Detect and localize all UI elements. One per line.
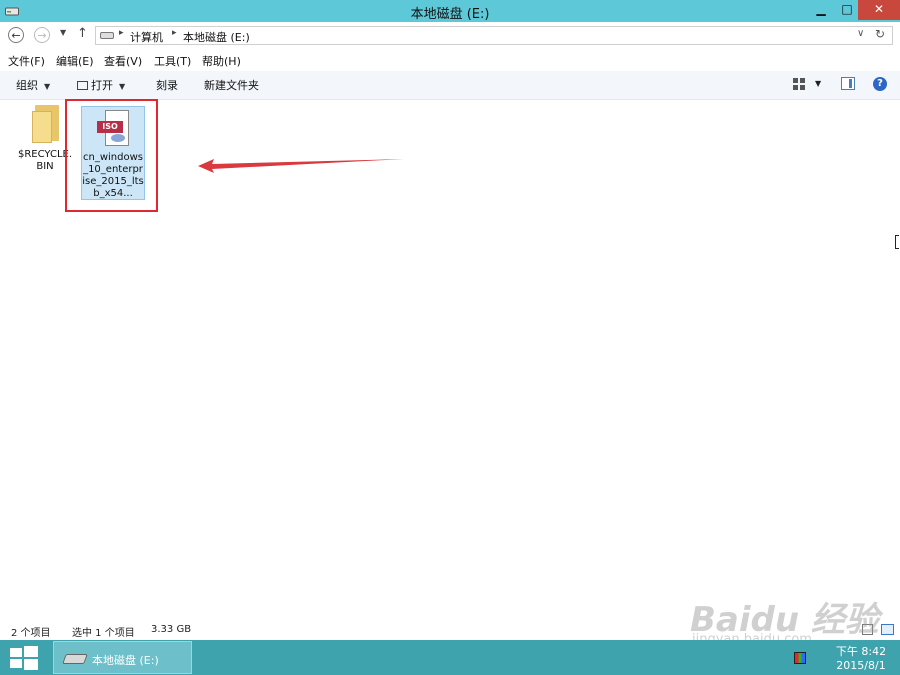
- breadcrumb-separator-icon[interactable]: ▸: [119, 28, 124, 38]
- title-bar: 本地磁盘 (E:) ▁ □ ✕: [0, 0, 900, 22]
- clock-date: 2015/8/1: [836, 659, 886, 672]
- close-button[interactable]: ✕: [858, 0, 900, 20]
- drive-icon: [62, 654, 88, 664]
- breadcrumb-computer[interactable]: 计算机: [130, 29, 163, 45]
- minimize-button[interactable]: ▁: [808, 0, 834, 20]
- folder-icon: [32, 105, 59, 143]
- command-toolbar: 组织 ▼ 打开 ▼ 刻录 新建文件夹 ▼ ?: [0, 71, 900, 100]
- windows-start-icon[interactable]: [10, 646, 38, 670]
- taskbar: 本地磁盘 (E:): [0, 640, 900, 675]
- menu-help[interactable]: 帮助(H): [202, 53, 241, 69]
- menu-view[interactable]: 查看(V): [104, 53, 142, 69]
- open-icon: [77, 81, 88, 90]
- tray-app-icon[interactable]: [794, 652, 806, 664]
- preview-pane-icon[interactable]: [841, 77, 855, 90]
- drive-icon: [100, 32, 114, 39]
- maximize-button[interactable]: □: [834, 0, 860, 20]
- taskbar-item-label: 本地磁盘 (E:): [92, 654, 159, 667]
- large-icons-view-icon[interactable]: [881, 624, 894, 635]
- forward-button[interactable]: →: [34, 27, 50, 43]
- address-dropdown-icon[interactable]: ∨: [857, 28, 864, 39]
- open-button[interactable]: 打开 ▼: [77, 77, 125, 93]
- back-button[interactable]: ←: [8, 27, 24, 43]
- refresh-icon[interactable]: ↻: [875, 27, 885, 41]
- menu-file[interactable]: 文件(F): [8, 53, 45, 69]
- annotation-arrow-icon: [198, 159, 404, 173]
- burn-button[interactable]: 刻录: [156, 77, 178, 93]
- clock-time: 下午 8:42: [835, 645, 887, 658]
- clock[interactable]: 下午 8:42 2015/8/1: [826, 645, 896, 673]
- up-button[interactable]: ↑: [77, 26, 88, 41]
- window-title: 本地磁盘 (E:): [410, 7, 490, 22]
- selected-count: 选中 1 个项目: [72, 628, 135, 639]
- address-row: ← → ▼ ↑ ▸ 计算机 ▸ 本地磁盘 (E:) ∨ ↻: [0, 22, 900, 50]
- selected-size: 3.33 GB: [151, 624, 192, 635]
- help-icon[interactable]: ?: [873, 77, 887, 91]
- change-view-icon[interactable]: [793, 78, 805, 90]
- new-folder-button[interactable]: 新建文件夹: [204, 77, 259, 93]
- organize-button[interactable]: 组织 ▼: [16, 77, 50, 93]
- recent-locations-chevron-icon[interactable]: ▼: [60, 28, 66, 37]
- address-box[interactable]: ▸ 计算机 ▸ 本地磁盘 (E:) ∨ ↻: [95, 26, 893, 45]
- view-options-chevron-icon[interactable]: ▼: [815, 79, 821, 88]
- breadcrumb-separator-icon[interactable]: ▸: [172, 28, 177, 38]
- item-count: 2 个项目: [11, 628, 51, 639]
- scroll-edge-marker: [895, 235, 899, 249]
- menu-edit[interactable]: 编辑(E): [56, 53, 94, 69]
- menu-bar: 文件(F) 编辑(E) 查看(V) 工具(T) 帮助(H): [0, 53, 900, 69]
- highlight-box: [65, 99, 158, 212]
- breadcrumb-local-disk[interactable]: 本地磁盘 (E:): [183, 29, 250, 45]
- menu-tools[interactable]: 工具(T): [154, 53, 191, 69]
- taskbar-item-explorer[interactable]: 本地磁盘 (E:): [53, 641, 192, 674]
